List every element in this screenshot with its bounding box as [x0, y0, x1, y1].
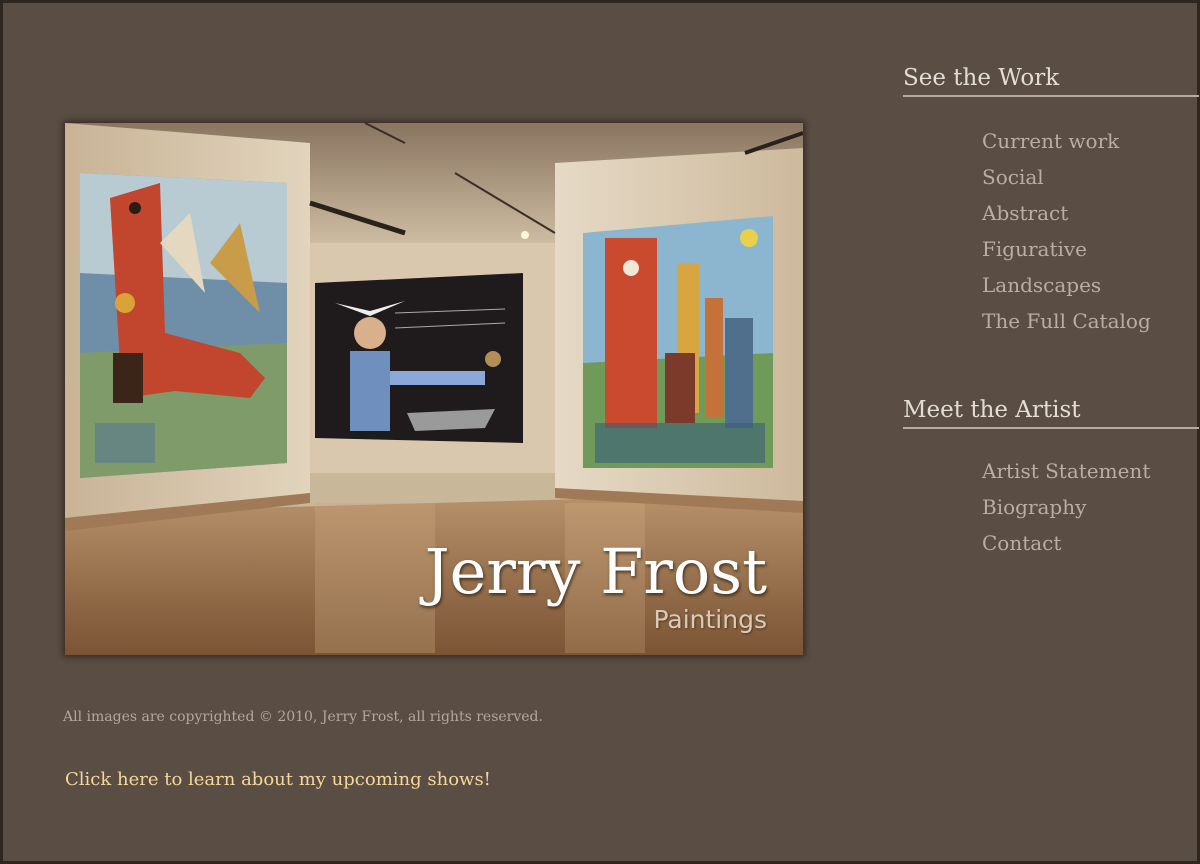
nav-link-full-catalog[interactable]: The Full Catalog: [982, 303, 1199, 339]
upcoming-shows-link[interactable]: Click here to learn about my upcoming sh…: [65, 769, 491, 790]
copyright-notice: All images are copyrighted © 2010, Jerry…: [63, 709, 543, 725]
nav-link-social[interactable]: Social: [982, 159, 1199, 195]
artist-name-title: Jerry Frost: [424, 535, 767, 608]
painting-figure: [315, 273, 523, 443]
see-the-work-menu: Current work Social Abstract Figurative …: [903, 123, 1199, 339]
nav-link-abstract[interactable]: Abstract: [982, 195, 1199, 231]
nav-link-landscapes[interactable]: Landscapes: [982, 267, 1199, 303]
gallery-hero-image: Jerry Frost Paintings: [65, 123, 803, 655]
paintings-subtitle: Paintings: [653, 605, 767, 634]
nav-link-contact[interactable]: Contact: [982, 525, 1199, 561]
nav-link-figurative[interactable]: Figurative: [982, 231, 1199, 267]
meet-the-artist-heading: Meet the Artist: [903, 397, 1199, 429]
nav-link-artist-statement[interactable]: Artist Statement: [982, 453, 1199, 489]
nav-link-current-work[interactable]: Current work: [982, 123, 1199, 159]
meet-the-artist-menu: Artist Statement Biography Contact: [903, 453, 1199, 561]
see-the-work-section: See the Work Current work Social Abstrac…: [903, 65, 1199, 339]
meet-the-artist-section: Meet the Artist Artist Statement Biograp…: [903, 397, 1199, 561]
page: Jerry Frost Paintings See the Work Curre…: [3, 3, 1199, 861]
painting-boot: [80, 173, 287, 478]
see-the-work-heading: See the Work: [903, 65, 1199, 97]
painting-city: [583, 216, 773, 468]
nav-link-biography[interactable]: Biography: [982, 489, 1199, 525]
